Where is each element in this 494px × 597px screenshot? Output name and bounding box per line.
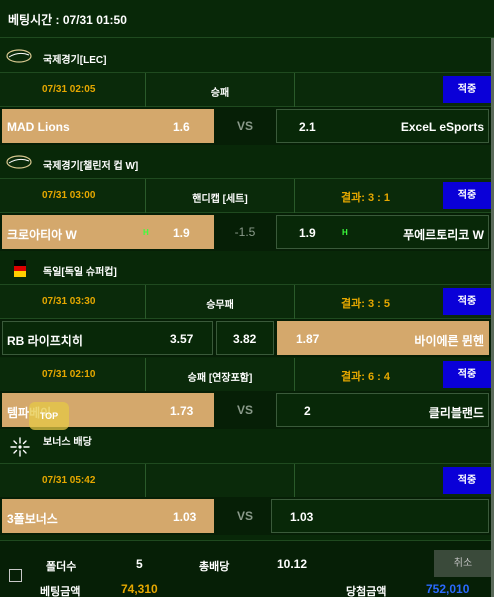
top-button[interactable]: TOP (29, 402, 69, 430)
away-pick[interactable]: 1.9 H 푸에르토리코 W (276, 215, 489, 249)
draw-odds: 3.82 (233, 332, 257, 346)
away-odds: 2 (304, 404, 311, 418)
home-odds: 3.57 (170, 332, 194, 346)
total-odds-label: 총배당 (199, 561, 230, 573)
total-odds-value: 10.12 (277, 557, 308, 571)
bet-amount-value: 74,310 (121, 582, 158, 596)
match-time: 07/31 02:10 (42, 369, 96, 380)
match-result: 결과: 6 : 4 (341, 371, 390, 383)
apply-button[interactable]: 적중 (443, 76, 491, 103)
bet-time-header: 베팅시간 : 07/31 01:50 (0, 0, 494, 38)
league-name: 국제경기[챌린저 컵 W] (43, 161, 139, 172)
vs-label: VS (236, 119, 253, 133)
league-row: 국제경기[LEC] (0, 39, 494, 73)
away-pick[interactable]: 2 클리블랜드 (276, 393, 489, 427)
home-team-name: RB 라이프치히 (7, 334, 83, 348)
away-pick[interactable]: 1.03 (271, 499, 489, 533)
away-odds: 2.1 (299, 120, 316, 134)
match-time: 07/31 02:05 (42, 84, 96, 95)
away-team-name: ExceL eSports (400, 120, 484, 134)
draw-pick[interactable]: 3.82 (216, 321, 274, 355)
germany-flag-icon (14, 260, 26, 277)
vs-label: VS (236, 403, 253, 417)
home-team-name: MAD Lions (7, 120, 70, 134)
bet-row: MAD Lions 1.6 VS 2.1 ExceL eSports (0, 107, 494, 145)
away-odds: 1.87 (296, 332, 320, 346)
away-pick[interactable]: 1.87 바이에른 뮌헨 (277, 321, 489, 355)
home-pick[interactable]: 크로아티아 W H 1.9 (2, 215, 214, 249)
divider (294, 358, 295, 392)
handicap-value: -1.5 (234, 225, 256, 239)
select-all-checkbox[interactable] (9, 569, 22, 582)
home-odds: 1.03 (173, 510, 197, 524)
home-pick[interactable]: RB 라이프치히 3.57 (2, 321, 213, 355)
home-team-name: 3폴보너스 (7, 512, 58, 526)
away-odds: 1.03 (290, 510, 314, 524)
home-odds: 1.9 (173, 226, 190, 240)
divider (294, 464, 295, 498)
apply-button[interactable]: 적중 (443, 467, 491, 494)
handicap-mark: H (342, 228, 348, 237)
betslip-footer: 폴더수 5 총배당 10.12 취소 베팅금액 74,310 당첨금액 752,… (0, 540, 494, 597)
match-info-row: 07/31 03:00 핸디캡 [세트] 결과: 3 : 1 적중 (0, 179, 494, 213)
home-odds: 1.73 (170, 404, 194, 418)
bet-row: RB 라이프치히 3.57 3.82 1.87 바이에른 뮌헨 (0, 319, 494, 357)
bet-row: 3폴보너스 1.03 VS 1.03 (0, 497, 494, 535)
handicap-mark: H (143, 228, 149, 237)
globe-icon (6, 49, 32, 63)
folder-count-value: 5 (136, 557, 143, 571)
win-amount-label: 당첨금액 (346, 586, 387, 597)
away-team-name: 클리블랜드 (428, 406, 484, 420)
home-pick[interactable]: MAD Lions 1.6 (2, 109, 214, 143)
divider (294, 285, 295, 319)
league-row: 독일[독일 슈퍼컵] (0, 251, 494, 285)
bet-time-title: 베팅시간 : 07/31 01:50 (8, 13, 127, 27)
bet-type: 승무패 (206, 300, 234, 311)
away-team-name: 바이에른 뮌헨 (414, 334, 484, 348)
bet-type: 핸디캡 [세트] (192, 194, 248, 205)
league-name: 독일[독일 슈퍼컵] (43, 267, 117, 278)
home-pick[interactable]: 3폴보너스 1.03 (2, 499, 214, 533)
match-time: 07/31 03:30 (42, 296, 96, 307)
bet-row: 크로아티아 W H 1.9 -1.5 1.9 H 푸에르토리코 W (0, 213, 494, 251)
globe-icon (6, 155, 32, 169)
bet-type: 승패 (210, 88, 230, 99)
league-name: 국제경기[LEC] (43, 55, 107, 66)
apply-button[interactable]: 적중 (443, 361, 491, 388)
match-info-row: 07/31 02:05 승패 적중 (0, 73, 494, 107)
match-result: 결과: 3 : 1 (341, 192, 390, 204)
win-amount-value: 752,010 (426, 582, 470, 596)
vs-label: VS (236, 509, 253, 523)
divider (145, 464, 146, 498)
divider (294, 179, 295, 213)
match-result: 결과: 3 : 5 (341, 298, 390, 310)
match-time: 07/31 03:00 (42, 190, 96, 201)
sparkle-icon (10, 437, 30, 457)
match-info-row: 07/31 03:30 승무패 결과: 3 : 5 적중 (0, 285, 494, 319)
league-row: 국제경기[챌린저 컵 W] (0, 145, 494, 179)
bet-type: 승패 [연장포함] (187, 373, 253, 384)
home-odds: 1.6 (173, 120, 190, 134)
league-name: 보너스 배당 (43, 437, 92, 448)
away-pick[interactable]: 2.1 ExceL eSports (276, 109, 489, 143)
home-team-name: 크로아티아 W (7, 228, 77, 242)
match-info-row: 07/31 05:42 적중 (0, 464, 494, 498)
league-row: 보너스 배당 (0, 429, 494, 464)
cancel-button[interactable]: 취소 (434, 550, 492, 577)
away-team-name: 푸에르토리코 W (403, 228, 484, 242)
match-time: 07/31 05:42 (42, 475, 96, 486)
bet-row: 템파베이 1.73 VS 2 클리블랜드 (0, 391, 494, 429)
divider (294, 73, 295, 107)
away-odds: 1.9 (299, 226, 316, 240)
folder-count-label: 폴더수 (46, 561, 77, 573)
bet-amount-label: 베팅금액 (40, 586, 81, 597)
match-info-row: 07/31 02:10 승패 [연장포함] 결과: 6 : 4 적중 (0, 358, 494, 392)
apply-button[interactable]: 적중 (443, 182, 491, 209)
apply-button[interactable]: 적중 (443, 288, 491, 315)
